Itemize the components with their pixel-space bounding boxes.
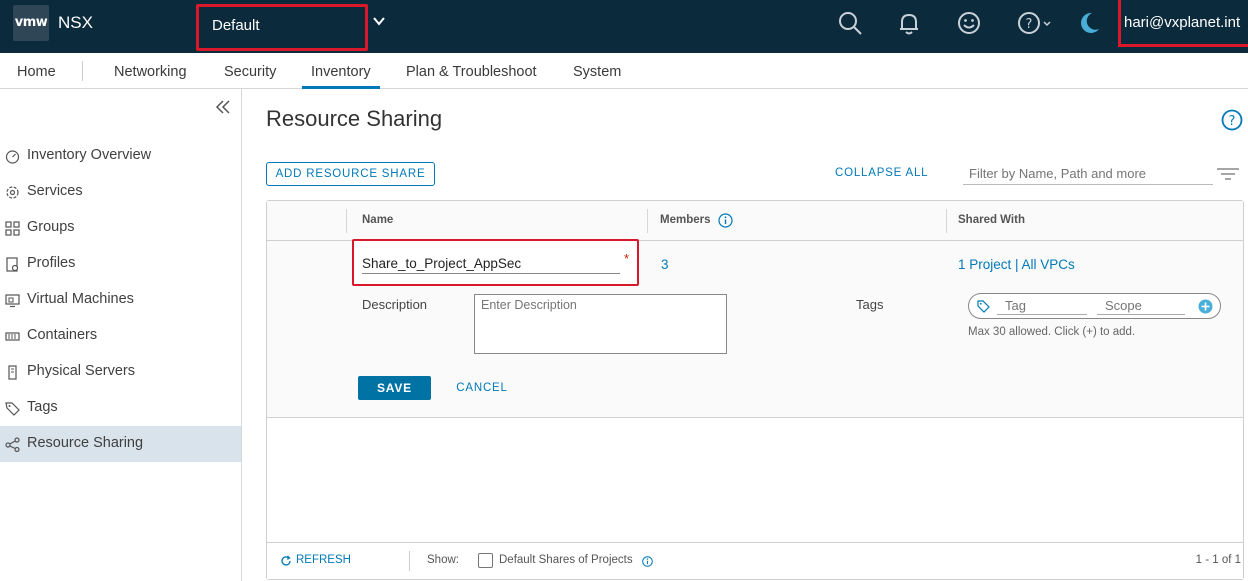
tag-hint-text: Max 30 allowed. Click (+) to add. (968, 326, 1136, 338)
sidebar-item-label: Profiles (27, 255, 76, 271)
scope-input[interactable] (1097, 297, 1185, 315)
nav-plan-troubleshoot[interactable]: Plan & Troubleshoot (406, 64, 537, 80)
tag-icon (5, 402, 20, 416)
name-field-highlight: * (352, 239, 639, 286)
smiley-feedback-icon[interactable] (956, 10, 982, 36)
column-header-shared-with[interactable]: Shared With (958, 214, 1025, 226)
pagination-count: 1 - 1 of 1 (1195, 554, 1241, 566)
shared-with-link[interactable]: 1 Project | All VPCs (958, 257, 1075, 272)
groups-icon (5, 221, 20, 236)
add-tag-plus-icon[interactable] (1198, 299, 1213, 314)
nav-home[interactable]: Home (17, 64, 56, 80)
column-divider (346, 209, 347, 233)
tag-input-group (968, 293, 1221, 319)
sidebar-item-label: Resource Sharing (27, 435, 144, 451)
grid-footer: REFRESH Show: Default Shares of Projects… (267, 542, 1243, 579)
sidebar-item-virtual-machines[interactable]: Virtual Machines (0, 282, 241, 318)
sidebar-item-services[interactable]: Services (0, 174, 241, 210)
sidebar-item-inventory-overview[interactable]: Inventory Overview (0, 138, 241, 174)
sidebar-item-groups[interactable]: Groups (0, 210, 241, 246)
share-icon (5, 437, 20, 452)
top-header: vmw NSX Default ? hari@vxplanet.int (0, 0, 1248, 53)
collapse-all-button[interactable]: COLLAPSE ALL (835, 167, 928, 179)
info-icon[interactable] (642, 556, 653, 567)
project-selector[interactable]: Default (196, 4, 368, 51)
project-selector-value: Default (212, 17, 260, 34)
filter-input[interactable] (963, 163, 1213, 185)
sidebar-item-label: Tags (27, 399, 58, 415)
help-icon[interactable]: ? (1221, 109, 1243, 131)
column-header-name[interactable]: Name (362, 214, 393, 226)
sidebar-item-label: Containers (27, 327, 98, 343)
refresh-button[interactable]: REFRESH (296, 554, 351, 566)
default-shares-checkbox[interactable] (478, 553, 493, 568)
show-label: Show: (427, 554, 459, 566)
profile-icon (6, 257, 19, 272)
nav-networking[interactable]: Networking (114, 64, 187, 80)
refresh-icon[interactable] (280, 555, 292, 567)
column-divider (946, 209, 947, 233)
sidebar-item-resource-sharing[interactable]: Resource Sharing (0, 426, 241, 462)
members-link[interactable]: 3 (661, 257, 669, 272)
sidebar-item-label: Groups (27, 219, 75, 235)
gauge-icon (5, 150, 20, 164)
vmware-logo: vmw (13, 5, 49, 41)
svg-text:?: ? (1229, 114, 1236, 129)
nav-divider (82, 61, 83, 81)
sidebar-item-tags[interactable]: Tags (0, 390, 241, 426)
nav-security[interactable]: Security (224, 64, 276, 80)
table-row: * 3 1 Project | All VPCs Description Tag… (267, 239, 1243, 418)
search-icon[interactable] (837, 10, 863, 36)
main-nav: Home Networking Security Inventory Plan … (0, 53, 1248, 89)
vm-icon (5, 294, 20, 308)
bell-icon[interactable] (896, 10, 922, 36)
chevron-down-icon[interactable] (372, 14, 386, 28)
sidebar-item-label: Virtual Machines (27, 291, 134, 307)
description-textarea[interactable] (474, 294, 727, 354)
tags-label: Tags (856, 297, 884, 312)
tag-input[interactable] (997, 297, 1087, 315)
server-icon (8, 365, 17, 380)
user-name: hari@vxplanet.int (1124, 14, 1241, 31)
name-input[interactable] (362, 254, 620, 274)
default-shares-label: Default Shares of Projects (499, 554, 633, 566)
cancel-button[interactable]: CANCEL (456, 376, 508, 400)
resource-share-grid: Name Members Shared With * 3 1 Project |… (266, 200, 1244, 580)
svg-text:?: ? (1026, 17, 1033, 32)
sidebar-item-label: Physical Servers (27, 363, 135, 379)
grid-header: Name Members Shared With (267, 201, 1243, 241)
save-button[interactable]: SAVE (358, 376, 431, 400)
user-menu[interactable]: hari@vxplanet.int (1118, 0, 1248, 47)
page-title: Resource Sharing (266, 106, 443, 131)
add-resource-share-button[interactable]: ADD RESOURCE SHARE (266, 162, 435, 186)
sidebar-item-containers[interactable]: Containers (0, 318, 241, 354)
sidebar-item-label: Services (27, 183, 83, 199)
collapse-sidebar-icon[interactable] (214, 99, 232, 115)
product-name: NSX (58, 13, 93, 32)
nav-system[interactable]: System (573, 64, 621, 80)
description-label: Description (362, 297, 428, 312)
filter-lines-icon[interactable] (1216, 167, 1240, 181)
required-indicator: * (624, 251, 630, 266)
sidebar-item-physical-servers[interactable]: Physical Servers (0, 354, 241, 390)
nav-inventory[interactable]: Inventory (311, 64, 371, 80)
dark-mode-moon-icon[interactable] (1076, 10, 1102, 36)
nav-active-indicator (302, 86, 380, 89)
tag-icon (977, 300, 990, 313)
sidebar-item-label: Inventory Overview (27, 147, 152, 163)
gear-icon (6, 186, 19, 199)
info-icon[interactable] (718, 213, 733, 228)
column-divider (647, 209, 648, 233)
help-menu-icon[interactable]: ? (1016, 10, 1054, 36)
sidebar-item-profiles[interactable]: Profiles (0, 246, 241, 282)
sidebar: Inventory Overview Services Groups Profi… (0, 89, 242, 581)
container-icon (5, 332, 20, 341)
footer-divider (409, 551, 410, 571)
column-header-members[interactable]: Members (660, 214, 711, 226)
